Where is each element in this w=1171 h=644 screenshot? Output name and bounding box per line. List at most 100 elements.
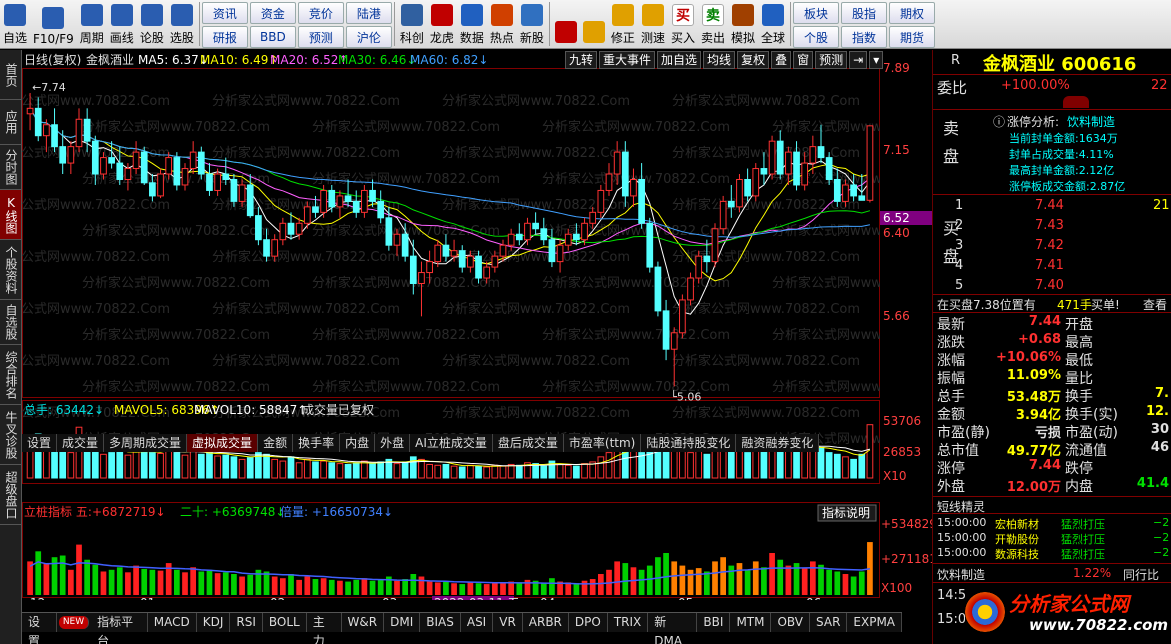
buttons2-2-button[interactable]: 数据 <box>457 0 487 49</box>
side-tab-0[interactable]: 首页 <box>0 50 21 100</box>
chart-button-0[interactable]: 九转 <box>565 51 598 69</box>
grid1-button-3[interactable]: 陆港 <box>345 2 392 24</box>
indicator-bar <box>141 568 148 595</box>
indicator-tab-3[interactable]: MACD <box>148 613 197 632</box>
chart-button-7[interactable]: 预测 <box>815 51 848 69</box>
side-tab-6[interactable]: 综合排名 <box>0 345 21 405</box>
indicator-tab-21[interactable]: EXPMA <box>847 613 903 632</box>
dragon-tiger-icon <box>430 4 453 26</box>
side-tab-1[interactable]: 应用 <box>0 100 21 145</box>
volume-bar <box>206 452 213 479</box>
indicator-bar <box>671 561 678 595</box>
volume-tab-12[interactable]: 融资融券变化 <box>736 434 820 452</box>
zaimai-link[interactable]: 查看 <box>1143 296 1167 313</box>
bottom-link[interactable]: 同行比 <box>1123 566 1159 583</box>
logo-url: www.70822.com <box>1029 616 1169 634</box>
buttons3-5-button[interactable]: 卖卖出 <box>698 0 728 49</box>
indicator-tab-1[interactable]: NEW <box>58 616 90 629</box>
buttons2-0-button[interactable]: 科创 <box>397 0 427 49</box>
side-tab-2[interactable]: 分时图 <box>0 145 21 190</box>
indicator-tab-11[interactable]: ASI <box>461 613 494 632</box>
grid2-button-1[interactable]: 股指 <box>841 2 888 24</box>
grid1-button-1[interactable]: 资金 <box>249 2 296 24</box>
indicator-tab-18[interactable]: MTM <box>730 613 772 632</box>
grid1-button-7[interactable]: 沪伦 <box>345 26 392 48</box>
indicator-tab-0[interactable]: 设置 <box>22 613 57 644</box>
volume-tab-10[interactable]: 市盈率(ttm) <box>563 434 642 452</box>
grid1-button-4[interactable]: 研报 <box>201 26 248 48</box>
grid2-button-3[interactable]: 个股 <box>793 26 840 48</box>
indicator-tab-8[interactable]: W&R <box>342 613 385 632</box>
buttons3-2-button[interactable]: 修正 <box>608 0 638 49</box>
chart-button-6[interactable]: 窗 <box>793 51 814 69</box>
buttons-0-button[interactable]: 自选 <box>0 0 30 49</box>
grid1-button-6[interactable]: 预测 <box>297 26 344 48</box>
chart-button-3[interactable]: 均线 <box>703 51 736 69</box>
date-label-6: 05 <box>678 596 693 600</box>
chart-button-4[interactable]: 复权 <box>737 51 770 69</box>
indicator-tab-6[interactable]: BOLL <box>263 613 307 632</box>
buttons2-4-button[interactable]: 新股 <box>517 0 547 49</box>
indicator-tab-2[interactable]: 指标平台 <box>91 613 148 644</box>
watermark-text: 分析家公式网www.70822.Com <box>212 301 400 317</box>
buttons-2-button[interactable]: 周期 <box>77 0 107 49</box>
indicator-tab-13[interactable]: ARBR <box>523 613 569 632</box>
volume-tab-4[interactable]: 金额 <box>258 434 294 452</box>
indicator-tab-10[interactable]: BIAS <box>420 613 461 632</box>
chart-button-5[interactable]: 叠 <box>771 51 792 69</box>
indicator-tab-4[interactable]: KDJ <box>197 613 231 632</box>
buttons3-0-button[interactable] <box>552 0 580 49</box>
grid1-button-5[interactable]: BBD <box>249 26 296 48</box>
volume-tab-5[interactable]: 换手率 <box>293 434 341 452</box>
side-tab-5[interactable]: 自选股 <box>0 300 21 345</box>
indicator-tab-7[interactable]: 主力 <box>307 613 342 644</box>
volume-tab-0[interactable]: 设置 <box>22 434 58 452</box>
grid2-button-5[interactable]: 期货 <box>889 26 936 48</box>
indicator-tab-12[interactable]: VR <box>493 613 523 632</box>
indicator-tab-19[interactable]: OBV <box>771 613 811 632</box>
side-tab-4[interactable]: 个股资料 <box>0 240 21 300</box>
indicator-tab-14[interactable]: DPO <box>569 613 608 632</box>
buttons3-3-button[interactable]: 测速 <box>638 0 668 49</box>
side-tab-3[interactable]: K线图 <box>0 190 21 240</box>
volume-tab-2[interactable]: 多周期成交量 <box>104 434 188 452</box>
buttons3-1-button[interactable] <box>580 0 608 49</box>
indicator-tab-9[interactable]: DMI <box>384 613 421 632</box>
volume-tab-8[interactable]: AI立桩成交量 <box>410 434 493 452</box>
buttons3-7-button[interactable]: 全球 <box>758 0 788 49</box>
buttons-4-button[interactable]: 论股 <box>137 0 167 49</box>
side-tab-8[interactable]: 超级盘口 <box>0 465 21 525</box>
volume-tab-6[interactable]: 内盘 <box>340 434 376 452</box>
volume-tab-3[interactable]: 虚拟成交量 <box>187 434 259 452</box>
chart-button-1[interactable]: 重大事件 <box>599 51 656 69</box>
side-tab-7[interactable]: 牛叉诊股 <box>0 405 21 465</box>
grid2-button-2[interactable]: 期权 <box>889 2 936 24</box>
volume-tab-7[interactable]: 外盘 <box>375 434 411 452</box>
indicator-tab-20[interactable]: SAR <box>810 613 848 632</box>
grid1-button-2[interactable]: 竞价 <box>297 2 344 24</box>
grid2-button-0[interactable]: 板块 <box>793 2 840 24</box>
indicator-bar <box>108 569 115 595</box>
buttons2-1-button[interactable]: 龙虎 <box>427 0 457 49</box>
chart-button-2[interactable]: 加自选 <box>657 51 702 69</box>
buttons-5-button[interactable]: 选股 <box>167 0 197 49</box>
buttons3-4-button[interactable]: 买买入 <box>668 0 698 49</box>
indicator-bar <box>597 574 604 595</box>
indicator-tab-15[interactable]: TRIX <box>608 613 649 632</box>
volume-tab-9[interactable]: 盘后成交量 <box>492 434 564 452</box>
volume-tab-11[interactable]: 陆股通持股变化 <box>641 434 737 452</box>
indicator-tab-5[interactable]: RSI <box>230 613 263 632</box>
grid1-button-0[interactable]: 资讯 <box>201 2 248 24</box>
indicator-tab-16[interactable]: 新DMA <box>648 613 698 644</box>
buttons-3-button[interactable]: 画线 <box>107 0 137 49</box>
chart-button-8[interactable]: ⇥ <box>849 51 868 69</box>
collapse-icon[interactable] <box>1063 96 1089 108</box>
grid2-button-4[interactable]: 指数 <box>841 26 888 48</box>
volume-tab-1[interactable]: 成交量 <box>57 434 105 452</box>
buttons2-3-button[interactable]: 热点 <box>487 0 517 49</box>
indicator-tab-17[interactable]: BBI <box>697 613 731 632</box>
buttons3-6-button[interactable]: 模拟 <box>728 0 758 49</box>
short-stock-2: 数源科技 <box>995 548 1039 561</box>
buttons-1-button[interactable]: F10/F9 <box>30 0 77 49</box>
volume-bar <box>744 452 751 479</box>
